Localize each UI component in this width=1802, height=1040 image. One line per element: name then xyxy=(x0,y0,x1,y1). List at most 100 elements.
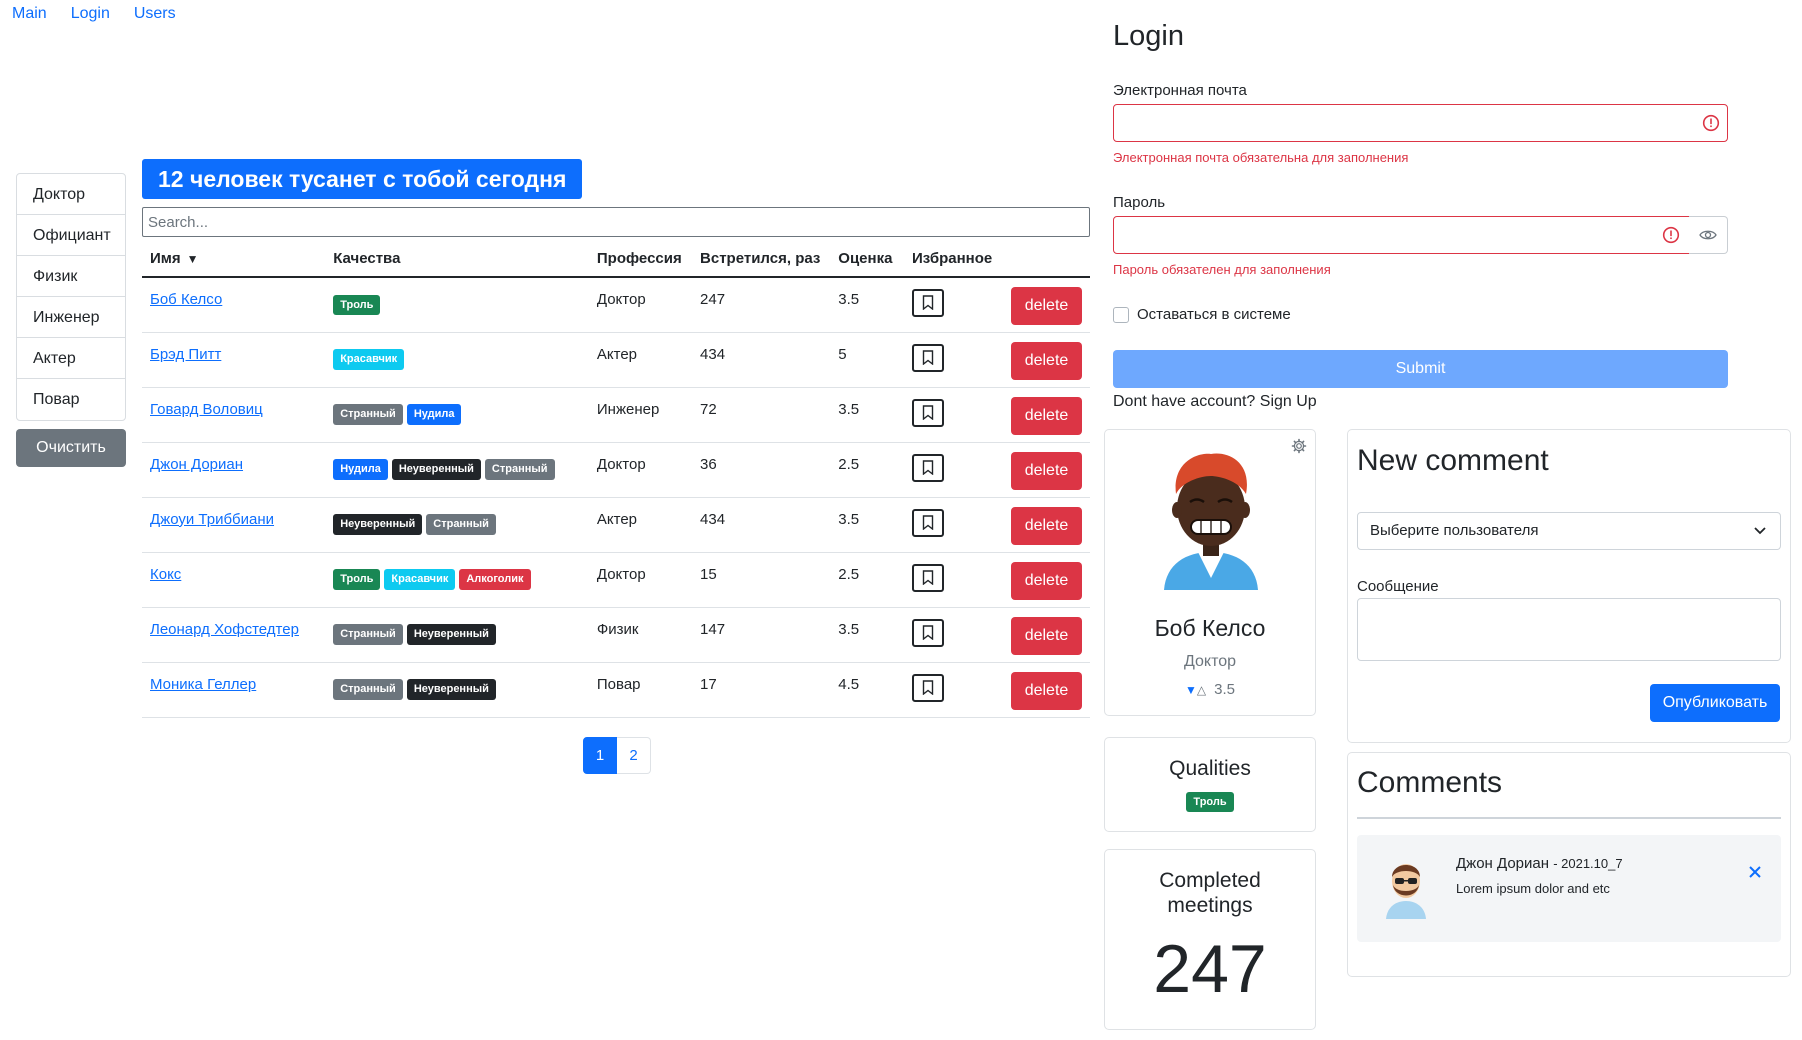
bookmark-button[interactable] xyxy=(911,618,944,647)
cell-name: Леонард Хофстедтер xyxy=(142,607,326,663)
user-select[interactable]: Выберите пользователя xyxy=(1357,512,1781,550)
column-header-rate[interactable]: Оценка xyxy=(830,241,904,278)
cell-name: Говард Воловиц xyxy=(142,387,326,443)
rate-up-icon[interactable]: △ xyxy=(1197,683,1206,697)
quality-badge: Неуверенный xyxy=(391,459,481,480)
bookmark-button[interactable] xyxy=(911,563,944,592)
user-name-link[interactable]: Брэд Питт xyxy=(150,346,221,363)
bookmark-button[interactable] xyxy=(911,453,944,482)
user-name-link[interactable]: Говард Воловиц xyxy=(150,401,263,418)
user-name-link[interactable]: Моника Геллер xyxy=(150,676,256,693)
search-input[interactable] xyxy=(142,207,1090,237)
cell-profession: Актер xyxy=(588,332,693,388)
comment-avatar xyxy=(1386,864,1426,919)
profession-item[interactable]: Доктор xyxy=(17,174,125,215)
cell-profession: Доктор xyxy=(588,442,693,498)
delete-button[interactable]: delete xyxy=(1011,341,1082,380)
cell-name: Брэд Питт xyxy=(142,332,326,388)
close-icon[interactable] xyxy=(1748,865,1762,879)
submit-button[interactable]: Submit xyxy=(1113,350,1728,388)
delete-button[interactable]: delete xyxy=(1011,396,1082,435)
nav-link-main[interactable]: Main xyxy=(0,0,59,30)
table-row: Кокс Троль Красавчик Алкоголик Доктор 15 2.5 de… xyxy=(142,552,1090,608)
password-field[interactable] xyxy=(1113,216,1690,254)
nav-link-users[interactable]: Users xyxy=(122,0,188,30)
page-button-1[interactable]: 1 xyxy=(583,737,617,774)
cell-profession: Доктор xyxy=(588,277,693,333)
meetings-count: 247 xyxy=(1153,931,1267,1007)
quality-badge: Странный xyxy=(333,624,403,645)
profession-item[interactable]: Физик xyxy=(17,256,125,297)
cell-qualities: Троль Красавчик Алкоголик xyxy=(325,552,589,608)
cell-bookmark xyxy=(903,277,1003,333)
bookmark-button[interactable] xyxy=(911,673,944,702)
settings-gear-icon[interactable] xyxy=(1291,438,1307,459)
page-button-2[interactable]: 2 xyxy=(617,737,651,774)
cell-meetings: 147 xyxy=(692,607,831,663)
pagination: 1 2 xyxy=(583,737,651,774)
user-name-link[interactable]: Кокс xyxy=(150,566,181,583)
cell-name: Кокс xyxy=(142,552,326,608)
user-name-link[interactable]: Леонард Хофстедтер xyxy=(150,621,299,638)
column-header-name[interactable]: Имя ▼ xyxy=(142,241,326,278)
delete-button[interactable]: delete xyxy=(1011,561,1082,600)
comment-date: - 2021.10_7 xyxy=(1553,856,1623,871)
column-header-profession[interactable]: Профессия xyxy=(588,241,693,278)
cell-rate: 3.5 xyxy=(830,387,904,443)
user-name-link[interactable]: Боб Келсо xyxy=(150,291,222,308)
bookmark-button[interactable] xyxy=(911,508,944,537)
cell-meetings: 72 xyxy=(692,387,831,443)
publish-button[interactable]: Опубликовать xyxy=(1650,684,1780,722)
user-name-link[interactable]: Джон Дориан xyxy=(150,456,243,473)
cell-actions: delete xyxy=(1003,607,1090,663)
delete-button[interactable]: delete xyxy=(1011,451,1082,490)
quality-badge: Неуверенный xyxy=(333,514,423,535)
comment-author: Джон Дориан xyxy=(1456,855,1550,872)
users-table: Имя ▼ Качества Профессия Встретился, раз … xyxy=(142,241,1090,718)
user-card: Боб Келсо Доктор ▼△ 3.5 xyxy=(1104,429,1316,716)
user-avatar xyxy=(1164,453,1258,590)
delete-button[interactable]: delete xyxy=(1011,506,1082,545)
table-body: Боб Келсо Троль Доктор 247 3.5 delete Брэд Пит… xyxy=(142,277,1090,718)
nav-link-login[interactable]: Login xyxy=(59,0,122,30)
cell-name: Боб Келсо xyxy=(142,277,326,333)
signup-link[interactable]: Sign Up xyxy=(1260,393,1317,410)
toggle-password-button[interactable] xyxy=(1689,216,1728,254)
bookmark-icon xyxy=(922,680,934,695)
user-name-link[interactable]: Джоуи Триббиани xyxy=(150,511,274,528)
profession-item[interactable]: Инженер xyxy=(17,297,125,338)
column-header-meetings[interactable]: Встретился, раз xyxy=(692,241,831,278)
bookmark-button[interactable] xyxy=(911,288,944,317)
quality-badge: Нудила xyxy=(333,459,388,480)
cell-qualities: Нудила Неуверенный Странный xyxy=(325,442,589,498)
profession-item[interactable]: Официант xyxy=(17,215,125,256)
cell-profession: Актер xyxy=(588,497,693,553)
quality-badge: Неуверенный xyxy=(406,624,496,645)
remember-checkbox[interactable] xyxy=(1113,306,1129,323)
column-header-bookmark[interactable]: Избранное xyxy=(903,241,1003,278)
quality-badge: Красавчик xyxy=(384,569,456,590)
profession-item[interactable]: Актер xyxy=(17,338,125,379)
profession-item[interactable]: Повар xyxy=(17,379,125,420)
rate-down-icon[interactable]: ▼ xyxy=(1185,683,1197,697)
cell-qualities: Странный Нудила xyxy=(325,387,589,443)
cell-name: Джон Дориан xyxy=(142,442,326,498)
cell-bookmark xyxy=(903,387,1003,443)
delete-button[interactable]: delete xyxy=(1011,286,1082,325)
message-textarea[interactable] xyxy=(1357,598,1781,661)
top-nav: Main Login Users xyxy=(0,0,188,30)
bookmark-button[interactable] xyxy=(911,398,944,427)
bookmark-icon xyxy=(922,295,934,311)
column-header-qualities[interactable]: Качества xyxy=(325,241,589,278)
clear-filter-button[interactable]: Очистить xyxy=(16,429,126,467)
eye-icon xyxy=(1699,230,1717,240)
email-field[interactable] xyxy=(1113,104,1728,142)
delete-button[interactable]: delete xyxy=(1011,616,1082,655)
login-title: Login xyxy=(1113,20,1184,52)
qualities-card: Qualities Троль xyxy=(1104,737,1316,832)
cell-actions: delete xyxy=(1003,552,1090,608)
bookmark-button[interactable] xyxy=(911,343,944,372)
delete-button[interactable]: delete xyxy=(1011,671,1082,710)
cell-rate: 3.5 xyxy=(830,277,904,333)
cell-profession: Доктор xyxy=(588,552,693,608)
